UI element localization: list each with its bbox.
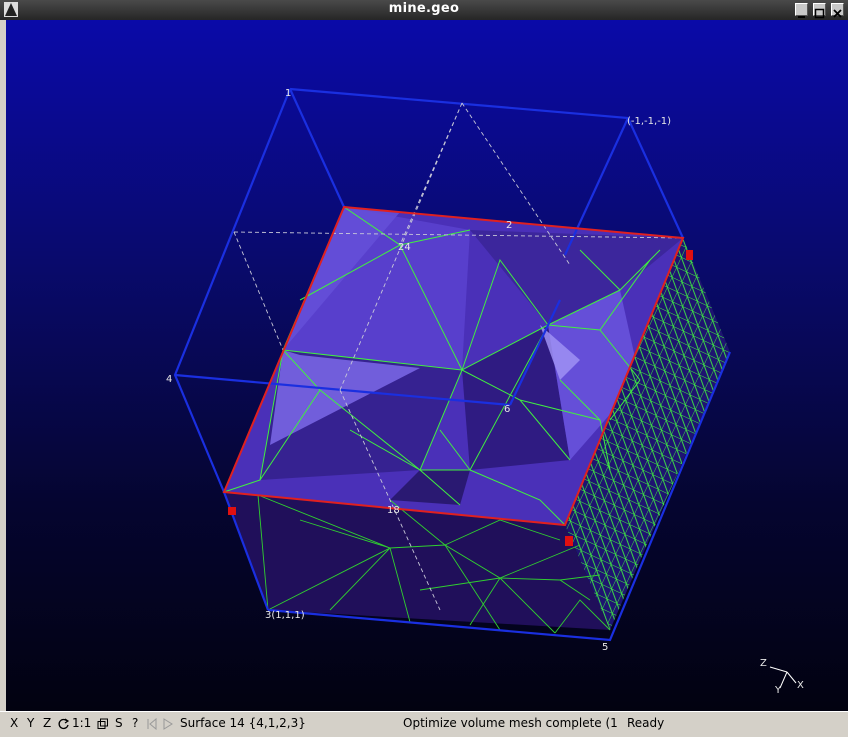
title-bar[interactable]: mine.geo [0,0,848,20]
point-label-1: 1 [285,88,291,99]
axis-label-x: X [797,680,804,691]
axis-label-z: Z [760,658,767,669]
status-state: Ready [627,716,665,730]
show-s-button[interactable]: S [115,716,123,730]
minimize-button[interactable] [795,3,808,18]
mesh-scene: 1 (-1,-1,-1) 2 24 4 6 18 3(1,1,1) 5 Z Y … [166,87,804,696]
maximize-button[interactable] [813,3,826,19]
app-window: mine.geo 1 (-1,-1,-1) 2 24 4 6 18 3(1,1,… [0,0,848,737]
selection-info: Surface 14 {4,1,2,3} [180,716,306,730]
rotate-icon[interactable] [58,718,70,730]
point-label-18: 18 [387,505,400,516]
scale-one-button[interactable]: 1:1 [72,716,91,730]
ortho-icon[interactable] [97,718,109,730]
point-label-24: 24 [398,242,411,253]
status-bar: X Y Z 1:1 S ? Surface 14 {4,1,2,3} Optim… [0,711,848,737]
point-label-5: 5 [602,642,608,653]
close-icon [833,9,842,18]
view-x-button[interactable]: X [10,716,18,730]
point-label-4: 4 [166,374,172,385]
3d-viewport[interactable]: 1 (-1,-1,-1) 2 24 4 6 18 3(1,1,1) 5 Z Y … [6,20,848,711]
window-title: mine.geo [388,1,460,16]
view-z-button[interactable]: Z [43,716,51,730]
close-button[interactable] [831,3,844,18]
point-label-6: 6 [504,404,510,415]
point-label-corner: (-1,-1,-1) [627,116,671,127]
axis-label-y: Y [774,685,782,696]
maximize-icon [814,8,825,19]
status-message: Optimize volume mesh complete (1 [403,716,618,730]
axes-indicator: Z Y X [760,658,804,696]
help-button[interactable]: ? [132,716,138,730]
point-label-2: 2 [506,220,512,231]
minimize-icon [798,16,805,18]
first-step-icon[interactable] [146,718,158,730]
play-icon[interactable] [162,718,174,730]
view-y-button[interactable]: Y [27,716,34,730]
point-label-3: 3(1,1,1) [265,610,305,621]
